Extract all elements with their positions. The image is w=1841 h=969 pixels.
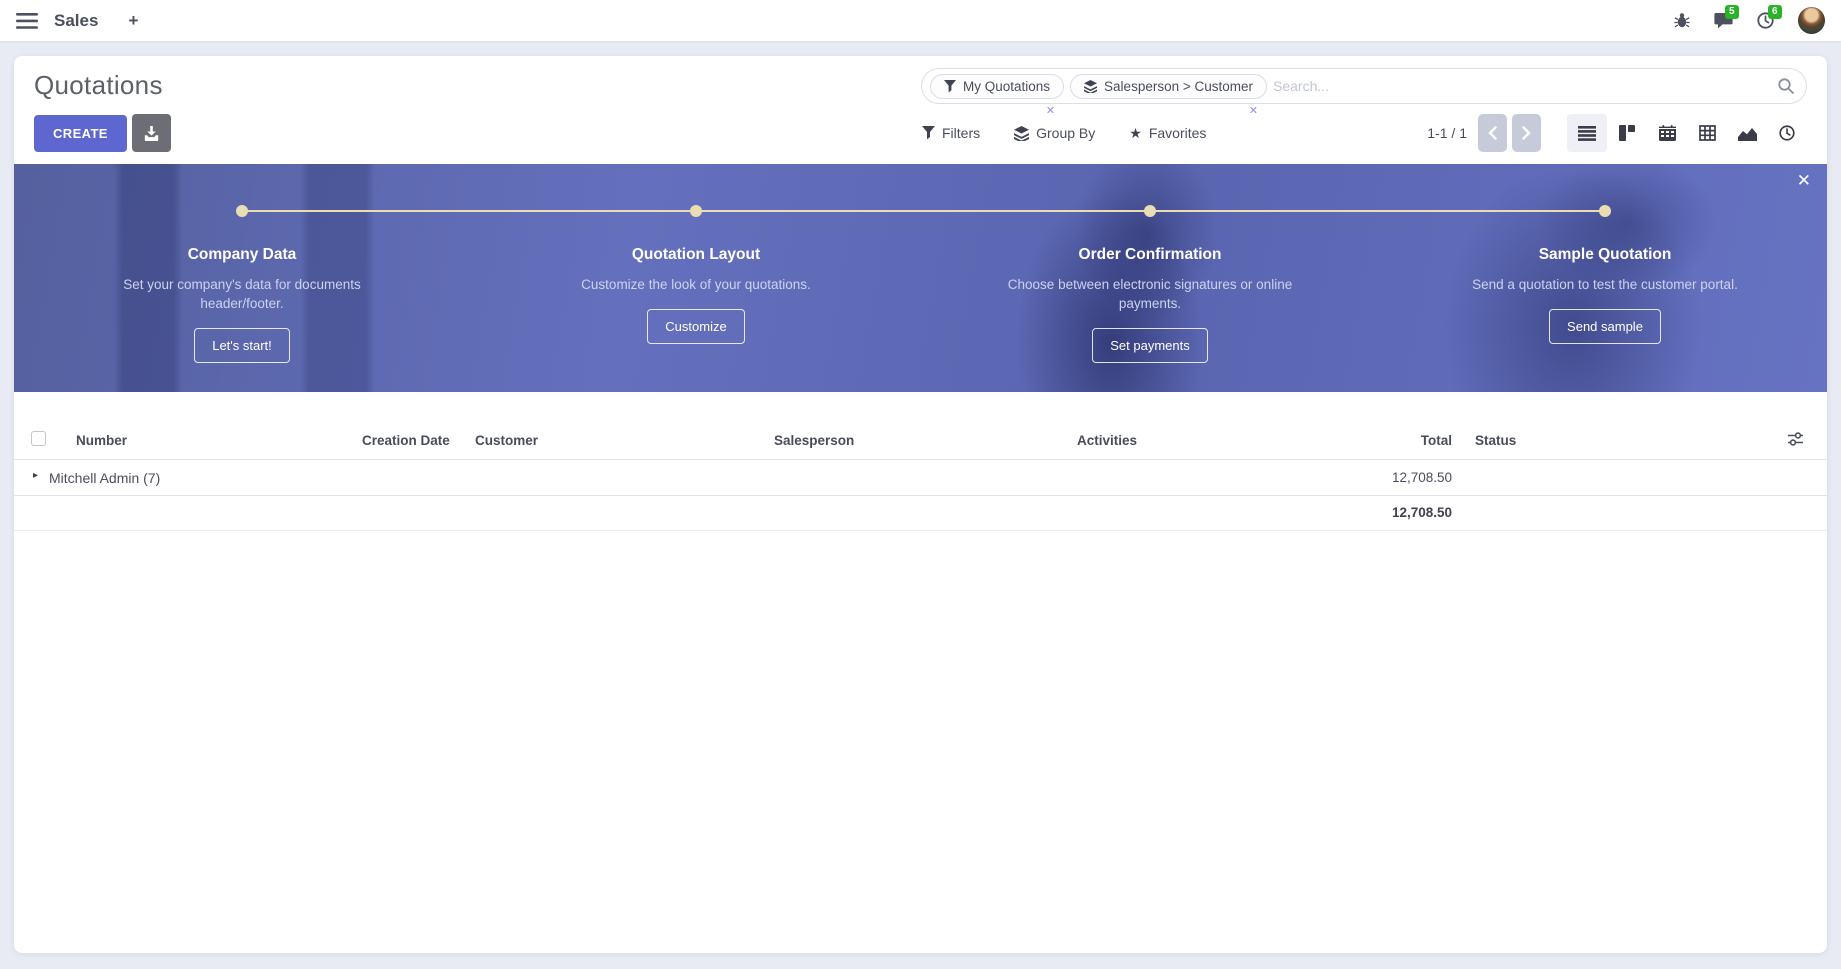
timeline-dot — [236, 205, 248, 217]
filter-funnel-icon — [944, 80, 956, 93]
customize-button[interactable]: Customize — [647, 309, 744, 344]
group-total: 12,708.50 — [1392, 470, 1452, 485]
onboarding-step-sample-quotation: Sample Quotation Send a quotation to tes… — [1455, 246, 1755, 344]
download-icon — [144, 126, 159, 141]
hamburger-menu-icon[interactable] — [16, 13, 38, 29]
favorites-button[interactable]: ★ Favorites — [1129, 125, 1206, 142]
group-row-mitchell-admin[interactable]: ▸ Mitchell Admin (7) 12,708.50 — [14, 460, 1827, 496]
facet-label: Salesperson > Customer — [1104, 79, 1253, 94]
search-icon[interactable] — [1778, 78, 1794, 94]
add-tab-icon[interactable]: + — [128, 11, 138, 31]
quotations-list: Number Creation Date Customer Salesperso… — [14, 422, 1827, 531]
step-title: Sample Quotation — [1455, 246, 1755, 264]
timeline-dot — [1144, 205, 1156, 217]
column-header-customer[interactable]: Customer — [475, 433, 538, 448]
view-activity-icon[interactable] — [1767, 114, 1807, 152]
search-facet-my-quotations[interactable]: My Quotations ✕ — [930, 74, 1064, 99]
import-button[interactable] — [132, 114, 171, 152]
step-description: Customize the look of your quotations. — [546, 276, 846, 295]
messages-icon[interactable]: 5 — [1714, 12, 1733, 29]
step-description: Choose between electronic signatures or … — [1000, 276, 1300, 314]
column-header-activities[interactable]: Activities — [1077, 433, 1137, 448]
group-by-button[interactable]: Group By — [1014, 125, 1095, 141]
select-all-checkbox[interactable] — [31, 431, 46, 446]
user-avatar[interactable] — [1798, 7, 1825, 34]
step-title: Order Confirmation — [1000, 246, 1300, 264]
column-header-creation-date[interactable]: Creation Date — [362, 433, 450, 448]
onboarding-step-order-confirmation: Order Confirmation Choose between electr… — [1000, 246, 1300, 363]
star-icon: ★ — [1129, 125, 1142, 142]
search-input[interactable] — [1273, 78, 1772, 94]
onboarding-banner: ✕ Company Data Set your company's data f… — [14, 164, 1827, 392]
filter-funnel-icon — [922, 126, 935, 140]
timeline-dot — [1599, 205, 1611, 217]
view-pivot-icon[interactable] — [1687, 114, 1727, 152]
lets-start-button[interactable]: Let's start! — [194, 328, 290, 363]
layers-icon — [1084, 80, 1097, 93]
facet-remove-icon[interactable]: ✕ — [1046, 104, 1055, 117]
search-bar[interactable]: My Quotations ✕ Salesperson > Customer ✕ — [921, 68, 1807, 104]
create-button[interactable]: CREATE — [34, 115, 127, 152]
favorites-label: Favorites — [1149, 125, 1207, 141]
facet-label: My Quotations — [963, 79, 1050, 94]
onboarding-timeline — [242, 210, 1605, 212]
view-calendar-icon[interactable] — [1647, 114, 1687, 152]
pager-previous-button[interactable] — [1478, 114, 1507, 152]
top-navbar: Sales + 5 6 — [0, 0, 1841, 41]
view-list-icon[interactable] — [1567, 114, 1607, 152]
step-description: Set your company's data for documents he… — [92, 276, 392, 314]
main-content-card: Quotations My Quotations ✕ Salesperson >… — [14, 56, 1827, 953]
column-header-number[interactable]: Number — [76, 433, 127, 448]
filters-label: Filters — [942, 125, 980, 141]
banner-close-icon[interactable]: ✕ — [1797, 172, 1811, 189]
view-kanban-icon[interactable] — [1607, 114, 1647, 152]
step-title: Company Data — [92, 246, 392, 264]
group-label: Mitchell Admin (7) — [49, 470, 160, 486]
search-facet-groupby[interactable]: Salesperson > Customer ✕ — [1070, 74, 1267, 99]
layers-icon — [1014, 126, 1029, 141]
list-header-row: Number Creation Date Customer Salesperso… — [14, 422, 1827, 460]
set-payments-button[interactable]: Set payments — [1092, 328, 1208, 363]
filters-button[interactable]: Filters — [922, 125, 980, 141]
footer-total: 12,708.50 — [1392, 505, 1452, 520]
page-title: Quotations — [34, 70, 163, 101]
step-title: Quotation Layout — [546, 246, 846, 264]
group-by-label: Group By — [1036, 125, 1095, 141]
timeline-dot — [690, 205, 702, 217]
group-expand-caret-icon[interactable]: ▸ — [33, 470, 38, 481]
optional-columns-icon[interactable] — [1788, 432, 1803, 446]
control-panel: Quotations My Quotations ✕ Salesperson >… — [14, 56, 1827, 153]
column-header-status[interactable]: Status — [1475, 433, 1516, 448]
app-menu-sales[interactable]: Sales — [54, 11, 98, 31]
pager-range: 1-1 / 1 — [1427, 125, 1467, 141]
view-graph-icon[interactable] — [1727, 114, 1767, 152]
send-sample-button[interactable]: Send sample — [1549, 309, 1661, 344]
pager: 1-1 / 1 — [1427, 114, 1541, 152]
activities-count-badge: 6 — [1768, 5, 1782, 19]
activities-clock-icon[interactable]: 6 — [1757, 12, 1774, 29]
facet-remove-icon[interactable]: ✕ — [1249, 104, 1258, 117]
step-description: Send a quotation to test the customer po… — [1455, 276, 1755, 295]
column-header-salesperson[interactable]: Salesperson — [774, 433, 854, 448]
list-footer-row: 12,708.50 — [14, 496, 1827, 531]
view-switcher — [1567, 114, 1807, 152]
messages-count-badge: 5 — [1725, 5, 1739, 19]
pager-next-button[interactable] — [1512, 114, 1541, 152]
onboarding-step-company-data: Company Data Set your company's data for… — [92, 246, 392, 363]
debug-bug-icon[interactable] — [1674, 12, 1690, 29]
column-header-total[interactable]: Total — [1421, 433, 1452, 448]
onboarding-step-quotation-layout: Quotation Layout Customize the look of y… — [546, 246, 846, 344]
